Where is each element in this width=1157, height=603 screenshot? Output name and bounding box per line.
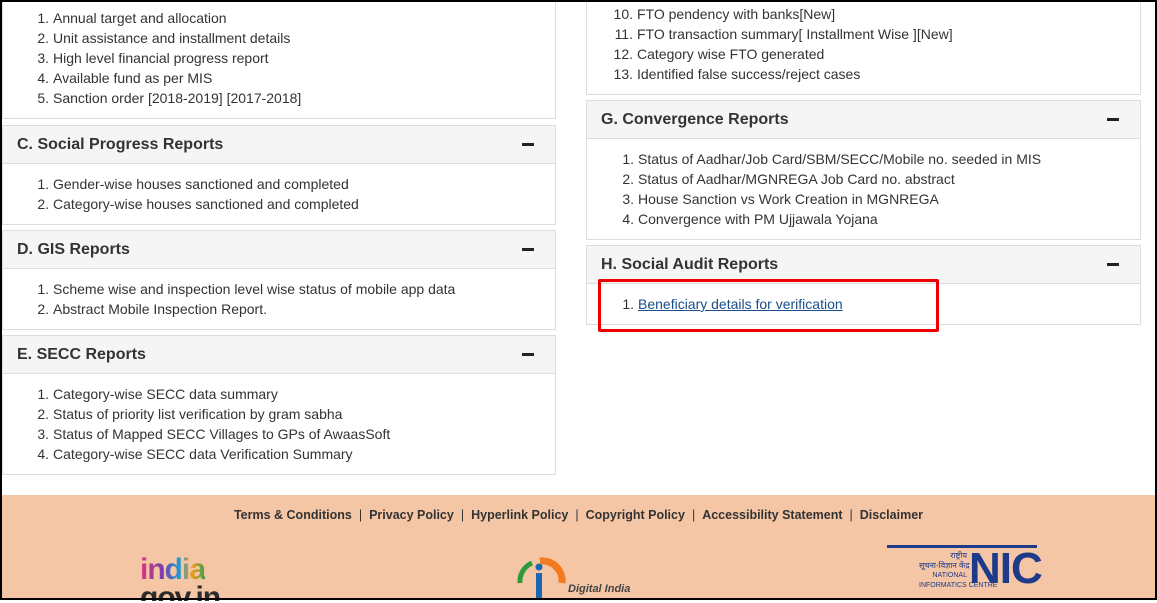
- list-item: 4. Available fund as per MIS: [37, 70, 213, 86]
- list-item: 2. Status of priority list verification b…: [37, 406, 343, 422]
- panel-header[interactable]: C. Social Progress Reports: [3, 126, 555, 164]
- collapse-minus-icon[interactable]: [1106, 258, 1120, 272]
- financial-reports-list: 1. Annual target and allocation 2. Unit as…: [37, 8, 301, 108]
- highlight-box: [598, 279, 939, 332]
- report-link[interactable]: Gender-wise houses sanctioned and comple…: [53, 176, 349, 192]
- secc-list: 1. Category-wise SECC data summary 2. Stat…: [37, 384, 390, 464]
- report-link[interactable]: Convergence with PM Ujjawala Yojana: [638, 211, 878, 227]
- panel-title: G. Convergence Reports: [601, 110, 789, 128]
- collapse-minus-icon[interactable]: [521, 243, 535, 257]
- report-link[interactable]: FTO pendency with banks[New]: [637, 6, 835, 22]
- footer-links: Terms & Conditions | Privacy Policy | Hyperl…: [233, 508, 924, 522]
- panel-header[interactable]: E. SECC Reports: [3, 336, 555, 374]
- report-link[interactable]: Available fund as per MIS: [53, 70, 212, 86]
- footer: Terms & Conditions | Privacy Policy | Hyperl…: [2, 495, 1155, 601]
- list-item: 3. High level financial progress report: [37, 50, 269, 66]
- gis-list: 1. Scheme wise and inspection level wise …: [37, 279, 455, 319]
- panel-secc: E. SECC Reports 1. Category-wise SECC dat…: [2, 335, 556, 475]
- list-item: 2. Unit assistance and installment detail…: [37, 30, 291, 46]
- india-gov-logo[interactable]: india gov.in: [140, 555, 220, 601]
- report-link[interactable]: Status of Mapped SECC Villages to GPs of…: [53, 426, 390, 442]
- report-link[interactable]: Abstract Mobile Inspection Report.: [53, 301, 267, 317]
- report-link[interactable]: Annual target and allocation: [53, 10, 227, 26]
- report-link[interactable]: Category-wise SECC data summary: [53, 386, 278, 402]
- list-item: 5. Sanction order [2018-2019] [2017-2018]: [37, 90, 302, 106]
- panel-social-progress: C. Social Progress Reports 1. Gender-wise…: [2, 125, 556, 225]
- report-link[interactable]: Unit assistance and installment details: [53, 30, 290, 46]
- list-item: 3. Status of Mapped SECC Villages to GPs …: [37, 426, 391, 442]
- list-item: 2. Abstract Mobile Inspection Report.: [37, 301, 267, 317]
- accessibility-link[interactable]: Accessibility Statement: [702, 508, 842, 522]
- convergence-list: 1. Status of Aadhar/Job Card/SBM/SECC/Mob…: [622, 149, 1041, 229]
- panel-header[interactable]: D. GIS Reports: [3, 231, 555, 269]
- panel-convergence: G. Convergence Reports 1. Status of Aadha…: [586, 100, 1141, 240]
- hyperlink-policy-link[interactable]: Hyperlink Policy: [471, 508, 568, 522]
- list-item: 2. Status of Aadhar/MGNREGA Job Card no. …: [622, 171, 955, 187]
- report-link[interactable]: Scheme wise and inspection level wise st…: [53, 281, 455, 297]
- list-item: 1. Status of Aadhar/Job Card/SBM/SECC/Mob…: [622, 151, 1042, 167]
- list-item: 13. Identified false success/reject cases: [613, 66, 861, 82]
- report-link[interactable]: Status of Aadhar/Job Card/SBM/SECC/Mobil…: [638, 151, 1041, 167]
- panel-gis: D. GIS Reports 1. Scheme wise and inspect…: [2, 230, 556, 330]
- report-link[interactable]: FTO transaction summary[ Installment Wis…: [637, 26, 953, 42]
- list-item: 4. Convergence with PM Ujjawala Yojana: [622, 211, 878, 227]
- panel-title: E. SECC Reports: [17, 345, 146, 363]
- copyright-link[interactable]: Copyright Policy: [586, 508, 685, 522]
- report-link[interactable]: Category-wise SECC data Verification Sum…: [53, 446, 353, 462]
- report-link[interactable]: Category-wise houses sanctioned and comp…: [53, 196, 359, 212]
- report-link[interactable]: Sanction order [2018-2019] [2017-2018]: [53, 90, 301, 106]
- report-link[interactable]: High level financial progress report: [53, 50, 269, 66]
- list-item: 1. Scheme wise and inspection level wise …: [37, 281, 456, 297]
- list-item: 1. Gender-wise houses sanctioned and comp…: [37, 176, 349, 192]
- list-item: 11. FTO transaction summary[ Installment …: [614, 26, 953, 42]
- panel-financial-reports: 1. Annual target and allocation 2. Unit as…: [2, 0, 556, 119]
- terms-link[interactable]: Terms & Conditions: [234, 508, 352, 522]
- list-item: 4. Category-wise SECC data Verification S…: [37, 446, 353, 462]
- report-link[interactable]: Category wise FTO generated: [637, 46, 824, 62]
- list-item: 3. House Sanction vs Work Creation in MGN…: [622, 191, 939, 207]
- list-item: 2. Category-wise houses sanctioned and co…: [37, 196, 359, 212]
- social-progress-list: 1. Gender-wise houses sanctioned and comp…: [37, 174, 359, 214]
- report-link[interactable]: Identified false success/reject cases: [637, 66, 860, 82]
- disclaimer-link[interactable]: Disclaimer: [860, 508, 923, 522]
- collapse-minus-icon[interactable]: [521, 348, 535, 362]
- panel-fto-reports: 10. FTO pendency with banks[New] 11. FTO t…: [586, 0, 1141, 95]
- panel-title: D. GIS Reports: [17, 240, 130, 258]
- list-item: 12. Category wise FTO generated: [613, 46, 825, 62]
- collapse-minus-icon[interactable]: [521, 138, 535, 152]
- panel-title: H. Social Audit Reports: [601, 255, 779, 273]
- privacy-link[interactable]: Privacy Policy: [369, 508, 454, 522]
- list-item: 1. Annual target and allocation: [37, 10, 227, 26]
- collapse-minus-icon[interactable]: [1106, 113, 1120, 127]
- panel-header[interactable]: G. Convergence Reports: [587, 101, 1140, 139]
- nic-logo[interactable]: राष्ट्रीय सूचना-विज्ञान केंद्र NATIONAL …: [887, 545, 1043, 591]
- list-item: 10. FTO pendency with banks[New]: [613, 6, 836, 22]
- list-item: 1. Category-wise SECC data summary: [37, 386, 278, 402]
- digital-india-logo[interactable]: Digital India: [512, 553, 642, 603]
- report-link[interactable]: Status of Aadhar/MGNREGA Job Card no. ab…: [638, 171, 955, 187]
- fto-reports-list: 10. FTO pendency with banks[New] 11. FTO t…: [613, 4, 953, 84]
- report-link[interactable]: Status of priority list verification by …: [53, 406, 342, 422]
- panel-title: C. Social Progress Reports: [17, 135, 224, 153]
- report-link[interactable]: House Sanction vs Work Creation in MGNRE…: [638, 191, 939, 207]
